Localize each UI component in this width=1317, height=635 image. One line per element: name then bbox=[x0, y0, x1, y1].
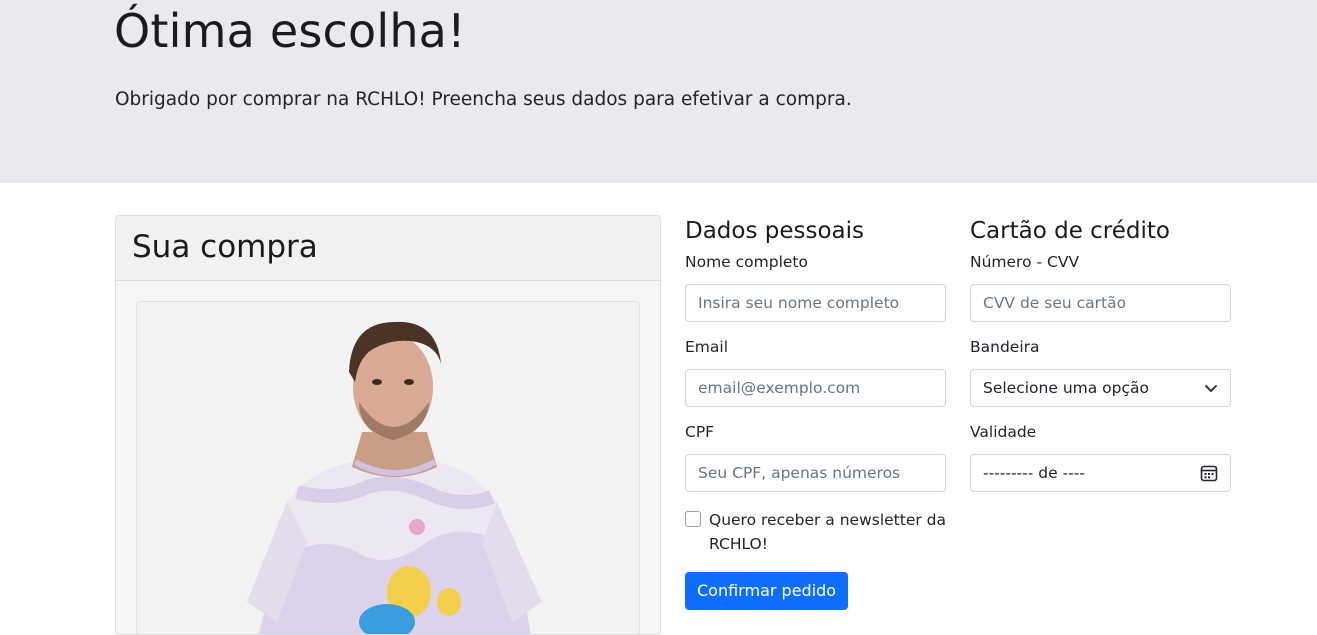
validity-value: --------- de ---- bbox=[983, 464, 1085, 482]
calendar-icon[interactable] bbox=[1200, 464, 1218, 482]
personal-data-title: Dados pessoais bbox=[685, 218, 865, 244]
email-label: Email bbox=[685, 338, 729, 356]
cpf-input[interactable]: Seu CPF, apenas números bbox=[685, 454, 946, 492]
purchase-card-header: Sua compra bbox=[116, 216, 660, 281]
newsletter-label[interactable]: Quero receber a newsletter da RCHLO! bbox=[709, 508, 947, 556]
newsletter-row: Quero receber a newsletter da RCHLO! bbox=[685, 508, 947, 556]
page-title: Ótima escolha! bbox=[114, 4, 466, 58]
validity-input[interactable]: --------- de ---- bbox=[970, 454, 1231, 492]
newsletter-checkbox[interactable] bbox=[685, 511, 701, 527]
email-input-placeholder: email@exemplo.com bbox=[698, 379, 861, 397]
card-brand-label: Bandeira bbox=[970, 338, 1040, 356]
validity-label: Validade bbox=[970, 423, 1037, 441]
page-subtitle: Obrigado por comprar na RCHLO! Preencha … bbox=[115, 89, 852, 110]
cpf-label: CPF bbox=[685, 423, 715, 441]
purchase-card: Sua compra bbox=[115, 215, 661, 635]
name-label: Nome completo bbox=[685, 253, 808, 271]
model-tshirt-illustration bbox=[247, 321, 542, 634]
card-number-input[interactable]: CVV de seu cartão bbox=[970, 284, 1231, 322]
card-number-placeholder: CVV de seu cartão bbox=[983, 294, 1127, 312]
name-input-placeholder: Insira seu nome completo bbox=[698, 294, 900, 312]
card-brand-selected: Selecione uma opção bbox=[983, 379, 1149, 397]
credit-card-section: Cartão de crédito Número - CVV CVV de se… bbox=[970, 218, 1232, 508]
cpf-input-placeholder: Seu CPF, apenas números bbox=[698, 464, 901, 482]
hero-banner: Ótima escolha! Obrigado por comprar na R… bbox=[0, 0, 1317, 183]
chevron-down-icon bbox=[1205, 385, 1217, 392]
name-input[interactable]: Insira seu nome completo bbox=[685, 284, 946, 322]
card-brand-select[interactable]: Selecione uma opção bbox=[970, 369, 1231, 407]
personal-data-section: Dados pessoais Nome completo Insira seu … bbox=[685, 218, 947, 610]
email-input[interactable]: email@exemplo.com bbox=[685, 369, 946, 407]
product-image bbox=[136, 301, 640, 634]
purchase-card-title: Sua compra bbox=[132, 229, 318, 265]
card-number-label: Número - CVV bbox=[970, 253, 1080, 271]
confirm-order-button[interactable]: Confirmar pedido bbox=[685, 572, 849, 610]
credit-card-title: Cartão de crédito bbox=[970, 218, 1170, 244]
